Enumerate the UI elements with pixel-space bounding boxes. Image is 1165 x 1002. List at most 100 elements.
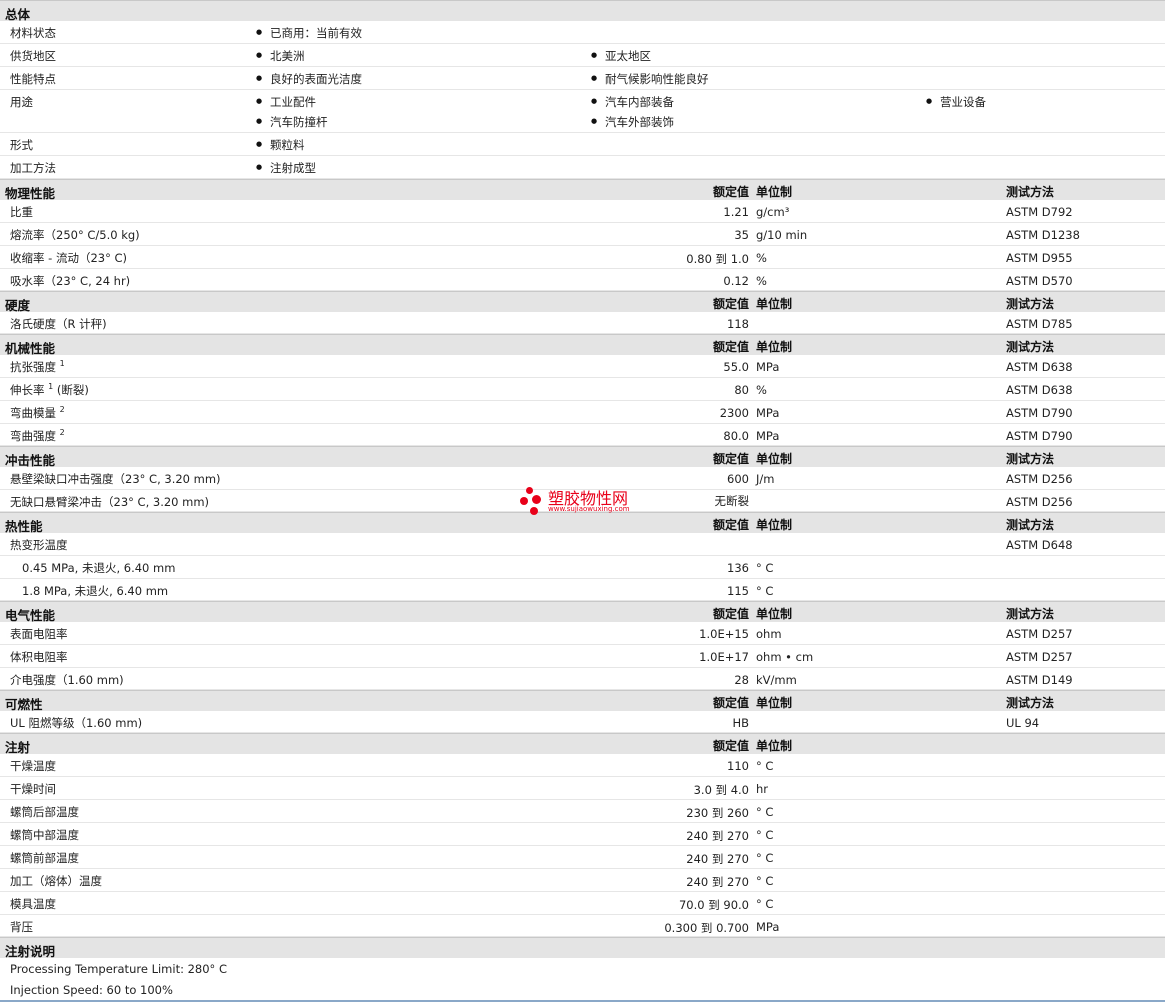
property-label: 螺筒中部温度 <box>10 828 79 842</box>
header-unit: 单位制 <box>756 607 793 621</box>
property-value: HB <box>732 716 749 730</box>
property-unit: % <box>756 251 767 265</box>
property-unit: ohm <box>756 627 782 641</box>
property-label: 无缺口悬臂梁冲击（23° C, 3.20 mm) <box>10 495 210 509</box>
data-row: 伸长率 1 (断裂) 80 % ASTM D638 <box>0 378 1165 401</box>
property-unit: ohm • cm <box>756 650 814 664</box>
note-line: Injection Speed: 60 to 100% <box>10 983 173 997</box>
property-value: 240 到 270 <box>686 875 749 889</box>
property-unit: MPa <box>756 429 780 443</box>
property-row: 供货地区 北美洲 亚太地区 <box>0 44 1165 67</box>
property-value: 55.0 <box>723 360 749 374</box>
data-row: 吸水率（23° C, 24 hr) 0.12 % ASTM D570 <box>0 269 1165 291</box>
section-header-notes: 注射说明 <box>0 937 1165 959</box>
bullet-item: 良好的表面光洁度 <box>256 71 362 87</box>
property-label: 模具温度 <box>10 897 56 911</box>
property-sublabel: 1.8 MPa, 未退火, 6.40 mm <box>22 584 169 598</box>
property-label: 背压 <box>10 920 33 934</box>
property-value: 0.80 到 1.0 <box>686 252 749 266</box>
property-unit: g/10 min <box>756 228 808 242</box>
header-value: 额定值 <box>712 696 749 710</box>
data-row: 介电强度（1.60 mm) 28 kV/mm ASTM D149 <box>0 668 1165 690</box>
property-value: 70.0 到 90.0 <box>678 898 749 912</box>
label-text: 弯曲模量 <box>10 406 56 420</box>
data-row: 模具温度 70.0 到 90.0 ° C <box>0 892 1165 915</box>
data-row: 螺筒中部温度 240 到 270 ° C <box>0 823 1165 846</box>
property-value: 240 到 270 <box>686 829 749 843</box>
data-row: 比重 1.21 g/cm³ ASTM D792 <box>0 200 1165 223</box>
watermark-url: www.sujiaowuxing.com <box>548 505 630 513</box>
property-value: 118 <box>727 317 749 331</box>
logo-dot <box>526 487 533 494</box>
section-header-injection: 注射 额定值 单位制 <box>0 733 1165 755</box>
header-method: 测试方法 <box>1006 340 1055 354</box>
property-unit: MPa <box>756 406 780 420</box>
test-method: ASTM D257 <box>1006 627 1073 641</box>
property-unit: ° C <box>756 805 774 819</box>
header-value: 额定值 <box>712 297 749 311</box>
header-value: 额定值 <box>712 518 749 532</box>
test-method: UL 94 <box>1006 716 1040 730</box>
bullet-item: 耐气候影响性能良好 <box>591 71 708 87</box>
property-label: 伸长率 1 (断裂) <box>10 382 89 398</box>
property-value: 28 <box>734 673 749 687</box>
test-method: ASTM D638 <box>1006 360 1073 374</box>
property-unit: MPa <box>756 360 780 374</box>
property-value: 35 <box>734 228 749 242</box>
property-label: 表面电阻率 <box>10 627 68 641</box>
property-unit: ° C <box>756 897 774 911</box>
header-value: 额定值 <box>712 607 749 621</box>
property-label: 性能特点 <box>10 72 56 86</box>
header-unit: 单位制 <box>756 452 793 466</box>
property-label: 材料状态 <box>10 26 56 40</box>
header-method: 测试方法 <box>1006 607 1055 621</box>
data-row: 抗张强度 1 55.0 MPa ASTM D638 <box>0 355 1165 378</box>
test-method: ASTM D256 <box>1006 495 1073 509</box>
test-method: ASTM D257 <box>1006 650 1073 664</box>
test-method: ASTM D790 <box>1006 429 1073 443</box>
data-row: 螺筒前部温度 240 到 270 ° C <box>0 846 1165 869</box>
data-row: 干燥温度 110 ° C <box>0 754 1165 777</box>
property-unit: hr <box>756 782 769 796</box>
section-header-hardness: 硬度 额定值 单位制 测试方法 <box>0 291 1165 313</box>
bullet-item: 北美洲 <box>256 48 304 64</box>
data-row: 体积电阻率 1.0E+17 ohm • cm ASTM D257 <box>0 645 1165 668</box>
section-header-electrical: 电气性能 额定值 单位制 测试方法 <box>0 601 1165 623</box>
property-label: 加工方法 <box>10 161 56 175</box>
header-unit: 单位制 <box>756 340 793 354</box>
header-unit: 单位制 <box>756 297 793 311</box>
property-label: 弯曲强度 2 <box>10 428 65 444</box>
notes-block: Processing Temperature Limit: 280° C Inj… <box>0 958 1165 1002</box>
header-value: 额定值 <box>712 452 749 466</box>
property-sublabel: 0.45 MPa, 未退火, 6.40 mm <box>22 561 176 575</box>
header-unit: 单位制 <box>756 739 793 753</box>
property-unit: % <box>756 383 767 397</box>
data-row: 螺筒后部温度 230 到 260 ° C <box>0 800 1165 823</box>
bullet-item: 汽车外部装饰 <box>591 114 674 130</box>
label-suffix: (断裂) <box>53 383 89 397</box>
property-value: 115 <box>727 584 749 598</box>
section-header-physical: 物理性能 额定值 单位制 测试方法 <box>0 179 1165 201</box>
data-row: 收缩率 - 流动（23° C) 0.80 到 1.0 % ASTM D955 <box>0 246 1165 269</box>
header-method: 测试方法 <box>1006 297 1055 311</box>
property-unit: ° C <box>756 874 774 888</box>
header-method: 测试方法 <box>1006 696 1055 710</box>
logo-dot <box>530 507 538 515</box>
data-row: 热变形温度 ASTM D648 <box>0 533 1165 556</box>
footnote-ref: 2 <box>59 405 65 415</box>
data-row: 表面电阻率 1.0E+15 ohm ASTM D257 <box>0 622 1165 645</box>
property-row: 加工方法 注射成型 <box>0 156 1165 179</box>
header-method: 测试方法 <box>1006 185 1055 199</box>
test-method: ASTM D790 <box>1006 406 1073 420</box>
test-method: ASTM D1238 <box>1006 228 1080 242</box>
bullet-item: 工业配件 <box>256 94 316 110</box>
property-value: 1.0E+15 <box>699 627 749 641</box>
property-row: 性能特点 良好的表面光洁度 耐气候影响性能良好 <box>0 67 1165 90</box>
test-method: ASTM D149 <box>1006 673 1073 687</box>
property-label: 供货地区 <box>10 49 56 63</box>
property-label: UL 阻燃等级（1.60 mm) <box>10 716 143 730</box>
data-row: 熔流率（250° C/5.0 kg) 35 g/10 min ASTM D123… <box>0 223 1165 246</box>
property-unit: ° C <box>756 561 774 575</box>
header-value: 额定值 <box>712 739 749 753</box>
note-line: Processing Temperature Limit: 280° C <box>10 962 227 976</box>
